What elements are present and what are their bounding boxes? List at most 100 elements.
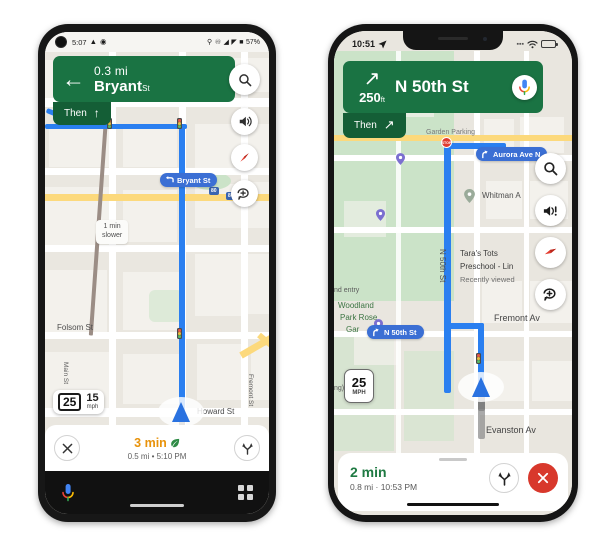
iphone-eta-time: 2 min [350, 464, 387, 480]
alt-route-callout[interactable]: 1 min slower [96, 220, 129, 244]
then-label: Then [64, 107, 87, 119]
add-report-icon [542, 288, 556, 301]
poi-pin-icon[interactable] [464, 189, 475, 203]
speed-limit-value: 25 [58, 393, 82, 411]
poi-name-line1[interactable]: Tara's Tots [460, 249, 498, 258]
compass-icon [544, 248, 557, 255]
map-label-garden-parking: Garden Parking [426, 129, 476, 136]
android-compass-button[interactable] [231, 144, 258, 171]
iphone-eta-detail: 0.8 mi · 10:53 PM [350, 482, 418, 492]
iphone-compass-button[interactable] [535, 237, 566, 268]
user-location-puck [458, 372, 504, 402]
alt-route-line1: 1 min [103, 223, 121, 230]
chip-label: Bryant St [177, 175, 211, 185]
close-icon [62, 443, 72, 453]
poi-name-line2[interactable]: Preschool - Lin [460, 262, 513, 271]
map-label-whitman: Whitman A [482, 191, 521, 200]
banner-street: BryantSt [94, 77, 150, 95]
android-close-navigation-button[interactable] [54, 435, 80, 461]
stop-sign-icon: STOP [441, 137, 452, 148]
status-time: 10:51 [352, 39, 376, 49]
map-label-gar: Gar [346, 325, 360, 334]
route-alternatives-icon [241, 442, 253, 455]
iphone-eta-sheet: 2 min 0.8 mi · 10:53 PM [338, 453, 568, 511]
android-report-button[interactable] [231, 180, 258, 207]
speed-limit-value: 25 [351, 375, 367, 390]
map-label-woodland: Woodland [338, 301, 374, 310]
android-nav-banner[interactable]: ← 0.3 mi BryantSt [53, 56, 235, 102]
battery-percent: 57% [245, 38, 260, 46]
iphone-search-button[interactable] [535, 153, 566, 184]
iphone-volume-alert-button[interactable] [535, 195, 566, 226]
map-label-main: Main St [62, 362, 69, 385]
map-label-park-rose: Park Rose [340, 313, 378, 322]
location-arrow-icon [378, 39, 387, 48]
android-route-options-button[interactable] [234, 435, 260, 461]
chip-label: Aurora Ave N [493, 149, 541, 159]
battery-icon: ■ [239, 38, 244, 46]
map-label-n50th-street: N 50th St [438, 249, 447, 283]
turn-right-slight-arrow-icon [373, 328, 379, 336]
add-report-icon [237, 187, 249, 200]
iphone-frame: STOP Garden Parking Whitman A nd entry W… [328, 24, 578, 522]
speaker-alert-icon [543, 205, 557, 216]
highway-shield-80: 80 [209, 187, 219, 195]
banner-street-suffix: St [142, 83, 150, 93]
map-label-folsom: Folsom St [57, 323, 94, 332]
iphone-screen: STOP Garden Parking Whitman A nd entry W… [334, 31, 572, 515]
front-camera-punch-hole [55, 36, 67, 48]
route-alternatives-icon [497, 471, 511, 486]
traffic-light-icon [177, 328, 182, 339]
android-screen: 80 80 40 Thir Folsom St Howard St Beale … [45, 32, 269, 514]
android-volume-button[interactable] [231, 108, 258, 135]
map-label-fremont: Fremont Av [494, 313, 540, 323]
navigation-alert-icon: ▲ [89, 37, 98, 47]
banner-distance: 0.3 mi [94, 63, 128, 78]
sheet-grabber[interactable] [439, 458, 467, 461]
android-speed-indicator: 25 15 mph [53, 390, 104, 414]
earpiece-speaker [438, 37, 468, 40]
speaker-icon [239, 116, 252, 127]
android-system-navbar [45, 471, 269, 514]
search-icon [544, 162, 558, 176]
banner-distance: 250ft [359, 90, 385, 105]
globe-icon: ◉ [100, 37, 107, 47]
iphone-route-options-button[interactable] [489, 463, 519, 493]
then-label: Then [354, 119, 377, 131]
turn-right-slight-arrow-icon: ↗ [363, 68, 381, 90]
apps-grid-icon[interactable] [238, 485, 253, 500]
status-time: 5:07 [72, 37, 87, 47]
map-chip-bryant-st[interactable]: Bryant St [160, 173, 218, 187]
android-eta-detail: 0.5 mi • 5:10 PM [127, 451, 187, 461]
android-search-button[interactable] [229, 64, 260, 95]
location-icon: ⚲ [207, 38, 213, 46]
alt-route-line2: slower [102, 231, 123, 239]
iphone-report-button[interactable] [535, 279, 566, 310]
iphone-notch [403, 31, 503, 50]
map-pin-icon[interactable] [376, 209, 385, 221]
straight-arrow-icon: ↑ [93, 106, 100, 120]
map-label-nd-entry: nd entry [334, 287, 360, 294]
cellular-icon: ▪▪▪ [516, 40, 524, 48]
banner-street: N 50th St [395, 77, 469, 96]
iphone-speed-limit: 25 MPH [344, 369, 374, 403]
wifi-icon [527, 40, 538, 48]
turn-right-slight-arrow-icon: ↗ [383, 117, 395, 132]
map-pin-icon[interactable] [396, 153, 405, 165]
search-icon [238, 73, 251, 86]
home-indicator [407, 502, 499, 506]
map-label-evanston: Evanston Av [486, 425, 536, 435]
battery-icon [541, 40, 558, 48]
home-indicator [130, 504, 184, 507]
wifi-icon: ◢ [223, 38, 229, 46]
speed-unit: mph [86, 404, 99, 411]
iphone-close-navigation-button[interactable] [528, 463, 558, 493]
speed-unit: MPH [352, 390, 366, 396]
poi-recently-viewed: Recently viewed [460, 275, 515, 284]
front-camera [483, 37, 487, 41]
google-assistant-mic-icon [519, 79, 530, 96]
iphone-assistant-button[interactable] [512, 75, 537, 100]
google-assistant-mic-icon[interactable] [61, 483, 75, 503]
close-icon [537, 472, 549, 484]
map-chip-n50th-st[interactable]: N 50th St [367, 325, 424, 339]
